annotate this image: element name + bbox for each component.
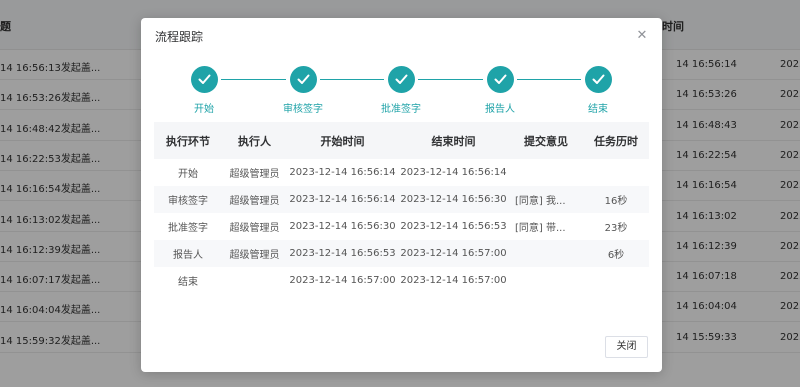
step-label: 批准签字	[381, 104, 421, 115]
process-steps: 开始 审核签字 批准签字 报告人 结束	[141, 66, 662, 115]
process-step: 批准签字	[361, 66, 441, 115]
process-step: 结束	[558, 66, 638, 115]
flow-table: 执行环节 执行人 开始时间 结束时间 提交意见 任务历时 开始 超级管理员 2023-12-1…	[154, 122, 649, 294]
table-cell: 超级管理员	[222, 240, 287, 267]
step-label: 审核签字	[283, 104, 323, 115]
process-step: 开始	[164, 66, 244, 115]
table-cell: 2023-12-14 16:56:14	[289, 167, 396, 178]
table-cell: 超级管理员	[229, 169, 280, 180]
table-cell: 2023-12-14 16:57:00	[400, 275, 507, 286]
dialog-title: 流程跟踪	[155, 30, 204, 44]
flow-tracking-dialog: 流程跟踪 ✕ 开始 审核签字 批准签字 报告人 结束 执行环节 执行人 开始时间 结束时间 提交…	[141, 18, 662, 372]
table-cell: 开始	[178, 169, 198, 180]
table-cell: 报告人	[154, 240, 222, 267]
table-cell: 结束	[178, 277, 198, 288]
table-cell: 16秒	[583, 186, 649, 213]
table-cell	[583, 267, 649, 294]
table-cell: 23秒	[604, 223, 628, 234]
table-cell	[583, 159, 649, 186]
check-icon	[486, 66, 514, 93]
table-cell: 2023-12-14 16:56:53	[287, 240, 398, 267]
step-label: 结束	[588, 104, 608, 115]
table-row: 审核签字 超级管理员 2023-12-14 16:56:14 2023-12-14 1…	[154, 186, 649, 213]
column-header: 执行人	[222, 122, 287, 159]
process-step: 报告人	[460, 66, 540, 115]
table-cell: 2023-12-14 16:56:30	[289, 221, 396, 232]
table-row: 结束 2023-12-14 16:57:00 2023-12-14 16:57:00	[154, 267, 649, 294]
step-label: 开始	[194, 104, 214, 115]
column-header: 任务历时	[583, 122, 649, 159]
table-cell: [同意] 带...	[515, 223, 566, 234]
table-cell	[509, 159, 583, 186]
table-cell: 2023-12-14 16:56:30	[398, 186, 509, 213]
check-icon	[584, 66, 612, 93]
table-cell: 6秒	[583, 240, 649, 267]
table-row: 批准签字 超级管理员 2023-12-14 16:56:30 2023-12-14 1…	[154, 213, 649, 240]
table-cell: 2023-12-14 16:56:14	[287, 186, 398, 213]
close-icon[interactable]: ✕	[634, 28, 650, 44]
check-icon	[387, 66, 415, 93]
check-icon	[190, 66, 218, 93]
table-row: 开始 超级管理员 2023-12-14 16:56:14 2023-12-14 16:…	[154, 159, 649, 186]
process-step: 审核签字	[263, 66, 343, 115]
table-cell: 2023-12-14 16:56:14	[400, 167, 507, 178]
table-cell: 审核签字	[154, 186, 222, 213]
step-label: 报告人	[485, 104, 515, 115]
table-cell: 2023-12-14 16:57:00	[398, 240, 509, 267]
column-header: 执行环节	[154, 122, 222, 159]
table-cell	[222, 267, 287, 294]
table-row: 报告人 超级管理员 2023-12-14 16:56:53 2023-12-14 16…	[154, 240, 649, 267]
table-cell	[509, 267, 583, 294]
column-header: 提交意见	[509, 122, 583, 159]
table-cell: 超级管理员	[229, 223, 280, 234]
close-button[interactable]: 关闭	[605, 336, 648, 358]
table-cell: 2023-12-14 16:57:00	[289, 275, 396, 286]
table-cell: 2023-12-14 16:56:53	[400, 221, 507, 232]
column-header: 结束时间	[398, 122, 509, 159]
table-cell: [同意] 我...	[509, 186, 583, 213]
table-cell	[509, 240, 583, 267]
check-icon	[289, 66, 317, 93]
table-cell: 超级管理员	[222, 186, 287, 213]
column-header: 开始时间	[287, 122, 398, 159]
table-cell: 批准签字	[168, 223, 208, 234]
